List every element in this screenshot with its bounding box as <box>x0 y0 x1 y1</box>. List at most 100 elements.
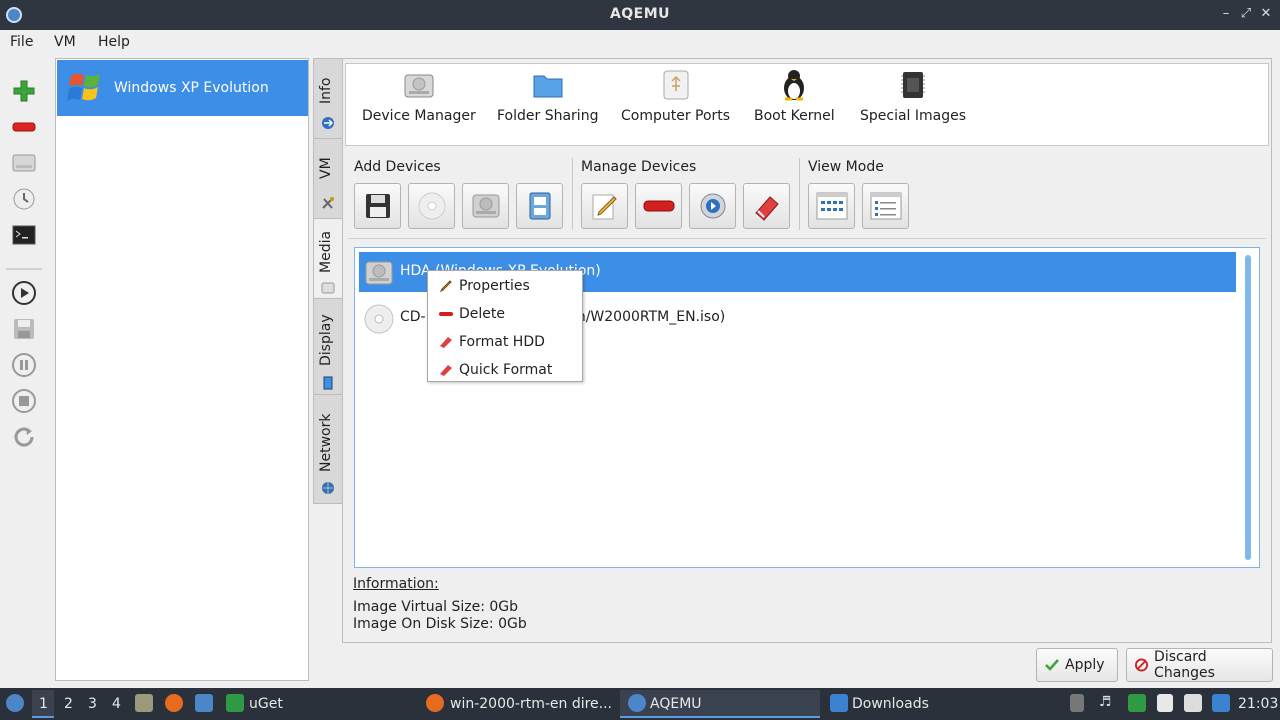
context-properties-label: Properties <box>459 278 530 294</box>
context-format-hdd[interactable]: Format HDD <box>428 328 582 356</box>
tab-display[interactable]: Display <box>314 299 342 395</box>
context-format-hdd-label: Format HDD <box>459 334 545 350</box>
menu-vm[interactable]: VM <box>54 34 76 50</box>
eraser-icon <box>440 365 452 376</box>
gear-icon <box>700 193 725 219</box>
vm-toolbar <box>0 56 48 686</box>
display-tray-icon[interactable] <box>1184 694 1202 712</box>
start-menu-icon[interactable] <box>6 694 24 712</box>
vm-list-item[interactable]: Windows XP Evolution <box>57 60 308 116</box>
list-view-button[interactable] <box>862 183 909 229</box>
add-devices-label: Add Devices <box>354 159 441 175</box>
tab-media[interactable]: Media <box>314 219 344 299</box>
menu-file[interactable]: File <box>10 34 33 50</box>
aqemu-window-icon <box>628 694 646 712</box>
tab-display-label: Display <box>318 314 334 366</box>
volume-icon[interactable]: ♬ <box>1099 694 1117 712</box>
taskbar-firefox-window[interactable]: win-2000-rtm-en dire... <box>450 696 612 712</box>
tools-icon <box>322 197 334 209</box>
context-delete[interactable]: Delete <box>428 300 582 328</box>
apply-label: Apply <box>1065 657 1105 673</box>
add-cdrom-button[interactable] <box>408 183 455 229</box>
uget-tray-icon[interactable] <box>1128 694 1146 712</box>
add-hdd-button[interactable] <box>462 183 509 229</box>
folder-sharing-button[interactable]: Folder Sharing <box>497 68 598 124</box>
firefox-icon[interactable] <box>165 694 183 712</box>
file-manager-icon[interactable] <box>135 694 153 712</box>
maximize-icon[interactable]: ⤢ <box>1238 6 1254 22</box>
workspace-4[interactable]: 4 <box>112 696 121 712</box>
hdd-icon <box>472 194 499 218</box>
properties-button[interactable] <box>581 183 628 229</box>
taskbar-aqemu-label: AQEMU <box>650 696 702 712</box>
sd-card-icon <box>529 192 550 220</box>
menu-bar: File VM Help <box>0 30 1280 56</box>
remove-vm-icon[interactable] <box>10 113 38 141</box>
discard-changes-button[interactable]: Discard Changes <box>1126 648 1273 682</box>
special-images-button[interactable]: Special Images <box>860 68 966 124</box>
device-list-scrollbar[interactable] <box>1245 255 1251 560</box>
terminal-icon[interactable] <box>10 221 38 249</box>
info-tab-icon <box>322 117 334 129</box>
boot-kernel-button[interactable]: Boot Kernel <box>754 68 835 124</box>
computer-ports-button[interactable]: Computer Ports <box>621 68 730 124</box>
boot-kernel-label: Boot Kernel <box>754 108 835 124</box>
network-tab-icon <box>322 482 334 494</box>
taskbar-clock[interactable]: 21:03 <box>1238 696 1278 712</box>
title-bar: AQEMU – ⤢ ✕ <box>0 0 1280 30</box>
tab-info[interactable]: Info <box>314 59 342 139</box>
discard-label: Discard Changes <box>1154 649 1215 681</box>
tab-network[interactable]: Network <box>314 395 342 503</box>
context-properties[interactable]: Properties <box>428 272 582 300</box>
apply-button[interactable]: Apply <box>1036 648 1118 682</box>
clipboard-icon[interactable] <box>1157 694 1173 712</box>
stop-icon[interactable] <box>10 387 38 415</box>
clock-icon[interactable] <box>10 185 38 213</box>
image-virtual-size: Image Virtual Size: 0Gb <box>353 599 519 615</box>
uget-icon[interactable] <box>226 694 244 712</box>
device-manager-button[interactable]: Device Manager <box>362 68 476 124</box>
tab-vm[interactable]: VM <box>314 139 342 219</box>
delete-button[interactable] <box>635 183 682 229</box>
checkmark-icon <box>1045 659 1059 671</box>
tab-media-label: Media <box>318 230 334 273</box>
media-tab-icon <box>321 282 335 294</box>
context-quick-format[interactable]: Quick Format <box>428 356 582 384</box>
context-delete-label: Delete <box>459 306 505 322</box>
add-image-button[interactable] <box>516 183 563 229</box>
view-mode-label: View Mode <box>808 159 884 175</box>
workspace-1-label: 1 <box>39 696 48 712</box>
add-floppy-button[interactable] <box>354 183 401 229</box>
bluetooth-icon[interactable] <box>1212 694 1230 712</box>
toolbar-divider <box>6 268 42 270</box>
icon-view-button[interactable] <box>808 183 855 229</box>
special-images-label: Special Images <box>860 108 967 124</box>
close-icon[interactable]: ✕ <box>1258 6 1274 22</box>
hdd-icon[interactable] <box>10 149 38 177</box>
edit-pencil-icon <box>592 194 617 220</box>
vm-name: Windows XP Evolution <box>114 80 269 96</box>
tab-vm-label: VM <box>318 157 334 179</box>
minimize-icon[interactable]: – <box>1218 6 1234 22</box>
context-quick-format-label: Quick Format <box>459 362 553 378</box>
vertical-tabs: Info VM Media Display Network <box>313 58 344 504</box>
group-divider <box>799 158 800 230</box>
desktop-icon[interactable] <box>195 694 213 712</box>
usb-port-icon <box>663 70 689 100</box>
taskbar-downloads[interactable]: Downloads <box>852 696 929 712</box>
format-button[interactable] <box>743 183 790 229</box>
reset-icon[interactable] <box>10 423 38 451</box>
add-vm-icon[interactable] <box>10 77 38 105</box>
workspace-2[interactable]: 2 <box>64 696 73 712</box>
save-icon[interactable] <box>10 315 38 343</box>
uget-label[interactable]: uGet <box>249 696 283 712</box>
taskbar: 1 2 3 4 uGet win-2000-rtm-en dire... AQE… <box>0 688 1280 720</box>
pause-icon[interactable] <box>10 351 38 379</box>
image-disk-size: Image On Disk Size: 0Gb <box>353 616 527 632</box>
trash-icon[interactable] <box>1070 694 1084 712</box>
advanced-settings-button[interactable] <box>689 183 736 229</box>
play-icon[interactable] <box>10 279 38 307</box>
menu-help[interactable]: Help <box>98 34 130 50</box>
workspace-3[interactable]: 3 <box>88 696 97 712</box>
group-divider <box>572 158 573 230</box>
